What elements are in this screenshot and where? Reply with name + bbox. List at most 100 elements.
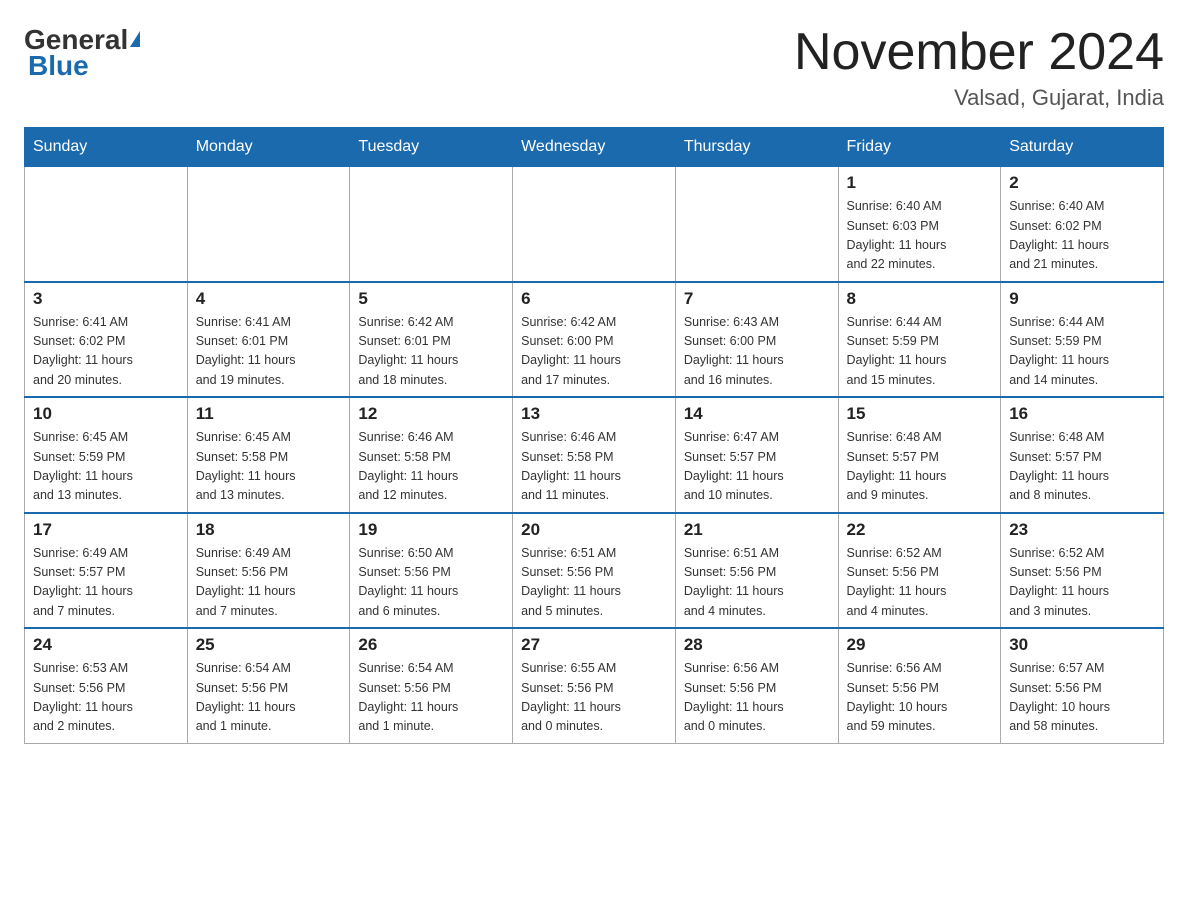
day-info: Sunrise: 6:46 AM Sunset: 5:58 PM Dayligh… (521, 428, 667, 506)
calendar-cell: 28 Sunrise: 6:56 AM Sunset: 5:56 PM Dayli… (675, 628, 838, 743)
weekday-header-sunday: Sunday (25, 128, 188, 167)
location-subtitle: Valsad, Gujarat, India (794, 85, 1164, 111)
day-number: 21 (684, 520, 830, 540)
calendar-cell: 21 Sunrise: 6:51 AM Sunset: 5:56 PM Dayli… (675, 513, 838, 629)
day-number: 23 (1009, 520, 1155, 540)
day-info: Sunrise: 6:52 AM Sunset: 5:56 PM Dayligh… (1009, 544, 1155, 622)
day-number: 11 (196, 404, 342, 424)
weekday-header-wednesday: Wednesday (513, 128, 676, 167)
day-info: Sunrise: 6:42 AM Sunset: 6:00 PM Dayligh… (521, 313, 667, 391)
logo: General Blue (24, 24, 140, 82)
calendar-week-row: 1 Sunrise: 6:40 AM Sunset: 6:03 PM Daylig… (25, 167, 1164, 282)
day-info: Sunrise: 6:45 AM Sunset: 5:58 PM Dayligh… (196, 428, 342, 506)
day-number: 18 (196, 520, 342, 540)
day-info: Sunrise: 6:45 AM Sunset: 5:59 PM Dayligh… (33, 428, 179, 506)
day-number: 20 (521, 520, 667, 540)
calendar-cell: 10Sunrise: 6:45 AM Sunset: 5:59 PM Dayli… (25, 397, 188, 513)
logo-blue-text: Blue (24, 50, 89, 82)
calendar-cell: 30 Sunrise: 6:57 AM Sunset: 5:56 PM Dayli… (1001, 628, 1164, 743)
calendar-cell: 20 Sunrise: 6:51 AM Sunset: 5:56 PM Dayli… (513, 513, 676, 629)
day-info: Sunrise: 6:53 AM Sunset: 5:56 PM Dayligh… (33, 659, 179, 737)
day-number: 2 (1009, 173, 1155, 193)
day-number: 5 (358, 289, 504, 309)
calendar-cell (675, 167, 838, 282)
day-number: 13 (521, 404, 667, 424)
calendar-cell: 25Sunrise: 6:54 AM Sunset: 5:56 PM Dayli… (187, 628, 350, 743)
calendar-cell: 1 Sunrise: 6:40 AM Sunset: 6:03 PM Daylig… (838, 167, 1001, 282)
calendar-cell: 22 Sunrise: 6:52 AM Sunset: 5:56 PM Dayli… (838, 513, 1001, 629)
calendar-cell: 19 Sunrise: 6:50 AM Sunset: 5:56 PM Dayli… (350, 513, 513, 629)
day-info: Sunrise: 6:49 AM Sunset: 5:56 PM Dayligh… (196, 544, 342, 622)
day-info: Sunrise: 6:40 AM Sunset: 6:02 PM Dayligh… (1009, 197, 1155, 275)
day-number: 28 (684, 635, 830, 655)
calendar-cell (513, 167, 676, 282)
calendar-cell: 3Sunrise: 6:41 AM Sunset: 6:02 PM Daylig… (25, 282, 188, 398)
calendar-cell (187, 167, 350, 282)
day-info: Sunrise: 6:41 AM Sunset: 6:01 PM Dayligh… (196, 313, 342, 391)
calendar-cell: 4Sunrise: 6:41 AM Sunset: 6:01 PM Daylig… (187, 282, 350, 398)
day-info: Sunrise: 6:51 AM Sunset: 5:56 PM Dayligh… (521, 544, 667, 622)
day-info: Sunrise: 6:57 AM Sunset: 5:56 PM Dayligh… (1009, 659, 1155, 737)
month-year-title: November 2024 (794, 24, 1164, 81)
calendar-week-row: 3Sunrise: 6:41 AM Sunset: 6:02 PM Daylig… (25, 282, 1164, 398)
weekday-header-monday: Monday (187, 128, 350, 167)
calendar-cell: 2 Sunrise: 6:40 AM Sunset: 6:02 PM Daylig… (1001, 167, 1164, 282)
day-info: Sunrise: 6:44 AM Sunset: 5:59 PM Dayligh… (847, 313, 993, 391)
day-number: 24 (33, 635, 179, 655)
day-info: Sunrise: 6:42 AM Sunset: 6:01 PM Dayligh… (358, 313, 504, 391)
calendar-cell: 14Sunrise: 6:47 AM Sunset: 5:57 PM Dayli… (675, 397, 838, 513)
day-info: Sunrise: 6:51 AM Sunset: 5:56 PM Dayligh… (684, 544, 830, 622)
day-number: 9 (1009, 289, 1155, 309)
day-info: Sunrise: 6:43 AM Sunset: 6:00 PM Dayligh… (684, 313, 830, 391)
day-info: Sunrise: 6:55 AM Sunset: 5:56 PM Dayligh… (521, 659, 667, 737)
calendar-cell: 16Sunrise: 6:48 AM Sunset: 5:57 PM Dayli… (1001, 397, 1164, 513)
day-info: Sunrise: 6:48 AM Sunset: 5:57 PM Dayligh… (847, 428, 993, 506)
day-info: Sunrise: 6:40 AM Sunset: 6:03 PM Dayligh… (847, 197, 993, 275)
calendar-cell: 5 Sunrise: 6:42 AM Sunset: 6:01 PM Daylig… (350, 282, 513, 398)
day-info: Sunrise: 6:52 AM Sunset: 5:56 PM Dayligh… (847, 544, 993, 622)
calendar-cell: 9 Sunrise: 6:44 AM Sunset: 5:59 PM Daylig… (1001, 282, 1164, 398)
day-number: 12 (358, 404, 504, 424)
calendar-cell: 24 Sunrise: 6:53 AM Sunset: 5:56 PM Dayli… (25, 628, 188, 743)
calendar-cell: 7 Sunrise: 6:43 AM Sunset: 6:00 PM Daylig… (675, 282, 838, 398)
header: General Blue November 2024 Valsad, Gujar… (24, 24, 1164, 111)
day-info: Sunrise: 6:48 AM Sunset: 5:57 PM Dayligh… (1009, 428, 1155, 506)
calendar-cell: 12 Sunrise: 6:46 AM Sunset: 5:58 PM Dayli… (350, 397, 513, 513)
day-number: 25 (196, 635, 342, 655)
calendar-cell: 26Sunrise: 6:54 AM Sunset: 5:56 PM Dayli… (350, 628, 513, 743)
day-info: Sunrise: 6:50 AM Sunset: 5:56 PM Dayligh… (358, 544, 504, 622)
calendar-week-row: 24 Sunrise: 6:53 AM Sunset: 5:56 PM Dayli… (25, 628, 1164, 743)
day-number: 3 (33, 289, 179, 309)
day-number: 6 (521, 289, 667, 309)
day-number: 1 (847, 173, 993, 193)
day-info: Sunrise: 6:44 AM Sunset: 5:59 PM Dayligh… (1009, 313, 1155, 391)
calendar-cell (25, 167, 188, 282)
title-section: November 2024 Valsad, Gujarat, India (794, 24, 1164, 111)
logo-triangle-icon (130, 31, 140, 47)
weekday-header-row: SundayMondayTuesdayWednesdayThursdayFrid… (25, 128, 1164, 167)
weekday-header-thursday: Thursday (675, 128, 838, 167)
day-number: 19 (358, 520, 504, 540)
day-number: 7 (684, 289, 830, 309)
calendar-cell: 29Sunrise: 6:56 AM Sunset: 5:56 PM Dayli… (838, 628, 1001, 743)
day-number: 14 (684, 404, 830, 424)
calendar-week-row: 17 Sunrise: 6:49 AM Sunset: 5:57 PM Dayli… (25, 513, 1164, 629)
day-info: Sunrise: 6:49 AM Sunset: 5:57 PM Dayligh… (33, 544, 179, 622)
calendar-cell: 8 Sunrise: 6:44 AM Sunset: 5:59 PM Daylig… (838, 282, 1001, 398)
day-number: 8 (847, 289, 993, 309)
calendar-cell: 6 Sunrise: 6:42 AM Sunset: 6:00 PM Daylig… (513, 282, 676, 398)
calendar-cell: 27Sunrise: 6:55 AM Sunset: 5:56 PM Dayli… (513, 628, 676, 743)
day-info: Sunrise: 6:46 AM Sunset: 5:58 PM Dayligh… (358, 428, 504, 506)
day-number: 26 (358, 635, 504, 655)
weekday-header-saturday: Saturday (1001, 128, 1164, 167)
day-info: Sunrise: 6:56 AM Sunset: 5:56 PM Dayligh… (684, 659, 830, 737)
calendar-cell: 15 Sunrise: 6:48 AM Sunset: 5:57 PM Dayli… (838, 397, 1001, 513)
calendar-cell: 17 Sunrise: 6:49 AM Sunset: 5:57 PM Dayli… (25, 513, 188, 629)
day-number: 22 (847, 520, 993, 540)
day-number: 30 (1009, 635, 1155, 655)
day-number: 15 (847, 404, 993, 424)
day-info: Sunrise: 6:56 AM Sunset: 5:56 PM Dayligh… (847, 659, 993, 737)
calendar-cell: 18 Sunrise: 6:49 AM Sunset: 5:56 PM Dayli… (187, 513, 350, 629)
day-number: 17 (33, 520, 179, 540)
calendar-cell: 13 Sunrise: 6:46 AM Sunset: 5:58 PM Dayli… (513, 397, 676, 513)
